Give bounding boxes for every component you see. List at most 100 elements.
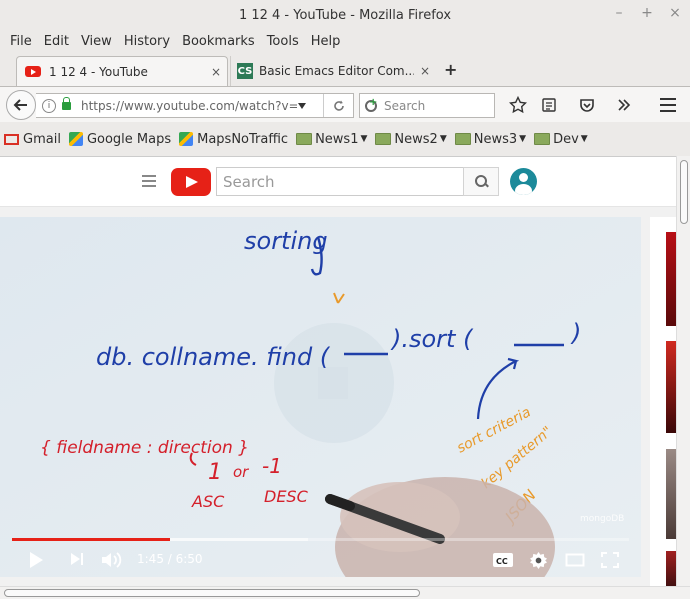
bookmark-google-maps[interactable]: Google Maps [68,131,172,147]
tab-close-icon[interactable]: × [414,64,436,78]
minimize-button[interactable]: – [612,5,626,21]
bookmark-gmail[interactable]: Gmail [4,132,61,147]
pocket-icon[interactable] [579,97,595,113]
window-titlebar: 1 12 4 - YouTube - Mozilla Firefox – + × [0,0,690,30]
new-tab-button[interactable]: + [444,60,457,79]
menu-history[interactable]: History [118,34,176,49]
youtube-search-button[interactable] [463,167,499,196]
search-icon [474,175,488,188]
captions-icon[interactable]: CC [492,552,514,568]
bookmark-star-icon[interactable] [509,96,527,114]
video-player[interactable]: sorting db. collname. find ( ).sort ( ) … [0,217,641,577]
whiteboard-heading: sorting [244,227,328,255]
scrollbar-thumb[interactable] [4,589,420,597]
play-icon[interactable] [28,551,44,569]
bookmark-folder-news1[interactable]: News1 ▼ [296,132,367,147]
overflow-chevron-icon[interactable] [617,98,631,112]
bookmark-label: Google Maps [86,131,172,147]
player-controls: 1:45 / 6:50 CC [0,543,641,577]
fullscreen-icon[interactable] [601,552,619,568]
search-placeholder: Search [384,98,426,113]
vertical-scrollbar[interactable] [676,156,690,586]
guide-menu-icon[interactable] [142,175,156,190]
next-icon[interactable] [69,551,85,567]
url-bar[interactable]: i https://www.youtube.com/watch?v=Ez [36,93,354,118]
progress-played [12,538,170,541]
folder-icon [375,133,392,145]
maximize-button[interactable]: + [640,5,654,21]
volume-icon[interactable] [101,551,123,569]
info-icon[interactable]: i [42,98,56,113]
svg-text:CC: CC [496,557,508,566]
window-controls: – + × [612,5,682,21]
menu-bookmarks[interactable]: Bookmarks [176,34,261,49]
close-window-button[interactable]: × [668,5,682,21]
tab-label: Basic Emacs Editor Com... [259,64,414,78]
url-text[interactable]: https://www.youtube.com/watch?v=Ez [81,99,297,113]
menu-tools[interactable]: Tools [261,34,305,49]
mongodb-watermark: mongoDB [580,514,625,524]
youtube-favicon-icon [25,66,41,77]
page-content: Search sorting db. collname. find ().so… [0,156,676,586]
related-thumbnail[interactable] [666,449,676,539]
folder-icon [534,133,551,145]
bookmark-label: News2 [394,131,438,147]
theater-mode-icon[interactable] [565,553,585,567]
whiteboard-minus-one: -1 [262,454,282,478]
bookmark-folder-news3[interactable]: News3 ▼ [454,131,526,147]
maps-icon [179,132,194,146]
tab-label: 1 12 4 - YouTube [49,64,148,79]
window-title: 1 12 4 - YouTube - Mozilla Firefox [238,7,452,23]
avatar[interactable] [510,168,537,195]
bookmark-mapsnotraffic[interactable]: MapsNoTraffic [179,132,288,147]
settings-gear-icon[interactable] [529,551,548,570]
related-thumbnail[interactable] [666,341,676,433]
reload-button[interactable] [323,94,353,117]
whiteboard-close-paren: ) [570,319,581,347]
chevron-down-icon: ▼ [580,134,588,144]
hamburger-menu-icon[interactable] [659,97,677,113]
reload-icon [333,100,344,111]
url-dropdown-icon[interactable] [297,102,307,110]
menu-help[interactable]: Help [305,34,347,49]
related-thumbnail[interactable] [666,232,676,326]
tab-youtube[interactable]: 1 12 4 - YouTube × [16,56,228,86]
whiteboard-or: or [233,463,249,481]
horizontal-scrollbar[interactable] [0,586,690,599]
youtube-search-placeholder: Search [223,172,275,191]
bookmark-label: Gmail [23,131,61,147]
youtube-logo[interactable] [171,168,211,196]
chevron-down-icon: ▼ [360,134,368,144]
whiteboard-asc: ASC [191,492,225,511]
whiteboard-field-expression: { fieldname : direction } [40,438,249,458]
bookmarks-toolbar: Gmail Google Maps MapsNoTraffic News1 ▼ … [0,124,690,154]
tab-emacs[interactable]: CS Basic Emacs Editor Com... × [230,56,436,86]
bookmark-label: Dev [553,131,579,147]
reader-list-icon[interactable] [541,97,557,113]
related-thumbnail[interactable] [666,551,676,586]
maps-icon [68,132,83,146]
lock-icon [62,96,71,110]
whiteboard-command: db. collname. find ( [96,343,331,371]
bookmark-label: News3 [473,131,518,147]
bookmark-folder-news2[interactable]: News2 ▼ [375,131,447,147]
menu-view[interactable]: View [75,34,118,49]
menu-edit[interactable]: Edit [38,34,75,49]
scrollbar-thumb[interactable] [680,160,688,224]
gmail-icon [4,133,19,145]
time-display: 1:45 / 6:50 [137,552,203,566]
whiteboard-one: 1 [208,460,222,485]
menu-file[interactable]: File [4,34,38,49]
search-engine-icon[interactable] [364,97,378,113]
search-bar[interactable]: Search [359,93,495,118]
bookmark-folder-dev[interactable]: Dev ▼ [534,132,588,147]
youtube-search-input[interactable]: Search [216,167,464,196]
youtube-header: Search [0,157,676,207]
chevron-down-icon: ▼ [439,134,447,144]
whiteboard-sort: ).sort ( [390,325,474,353]
progress-bar[interactable] [12,538,629,541]
back-button[interactable] [6,90,36,120]
bookmark-label: News1 [315,131,359,147]
tab-close-icon[interactable]: × [205,65,227,79]
menu-bar: File Edit View History Bookmarks Tools H… [0,30,690,52]
